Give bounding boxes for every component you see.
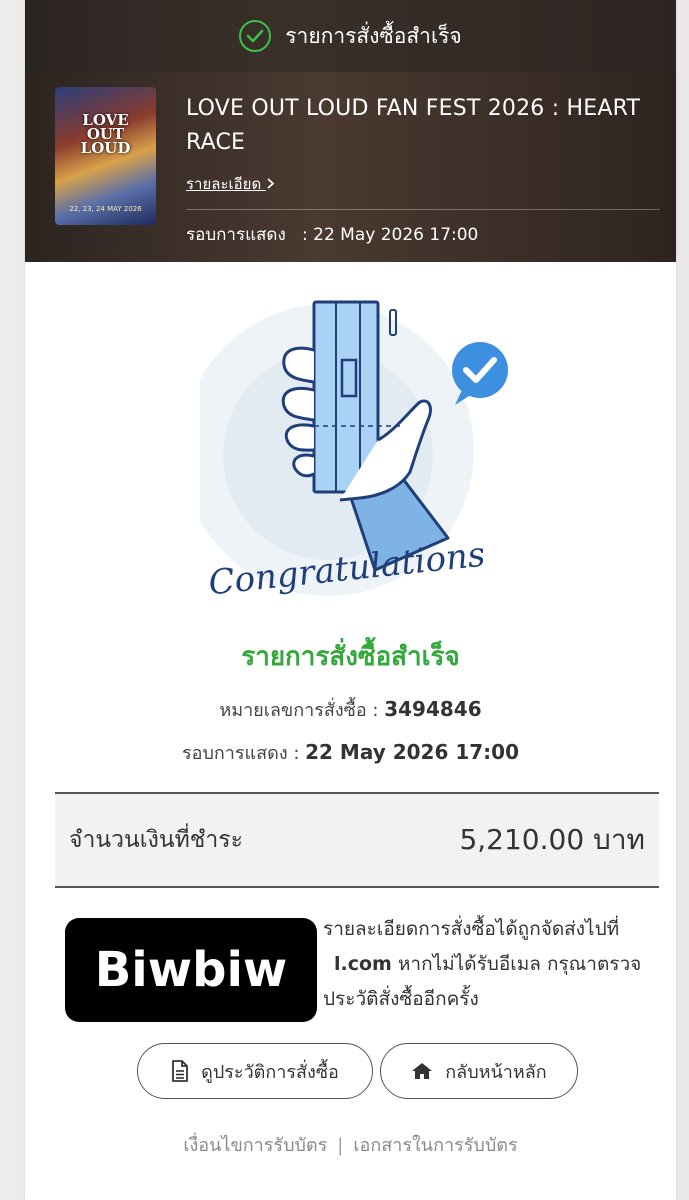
- order-success-page: รายการสั่งซื้อสำเร็จ LOVE OUT LOUD 22, 2…: [25, 0, 676, 1200]
- terms-link[interactable]: เงื่อนไขการรับบัตร: [183, 1135, 327, 1156]
- event-divider: [186, 209, 660, 210]
- home-button[interactable]: กลับหน้าหลัก: [380, 1043, 578, 1099]
- order-number-row: หมายเลขการสั่งซื้อ : 3494846: [219, 697, 482, 721]
- watermark-label: Biwbiw: [65, 918, 317, 1022]
- show-round-row: รอบการแสดง : 22 May 2026 17:00: [181, 740, 520, 764]
- event-poster[interactable]: LOVE OUT LOUD 22, 23, 24 MAY 2026: [55, 87, 156, 225]
- home-icon: [412, 1063, 433, 1079]
- poster-title: LOVE OUT LOUD: [80, 111, 131, 157]
- event-title: LOVE OUT LOUD FAN FEST 2026 : HEART RACE: [186, 96, 641, 155]
- event-round: รอบการแสดง : 22 May 2026 17:00: [186, 225, 479, 245]
- documents-link[interactable]: เอกสารในการรับบัตร: [353, 1135, 517, 1156]
- email-address: l.com: [334, 953, 392, 975]
- check-circle-icon: [239, 20, 272, 52]
- ticket-hand-illustration: Congratulations: [200, 300, 508, 600]
- order-number: 3494846: [384, 697, 482, 721]
- order-history-button[interactable]: ดูประวัติการสั่งซื้อ: [137, 1043, 373, 1099]
- show-round-value: 22 May 2026 17:00: [305, 740, 520, 764]
- status-text: รายการสั่งซื้อสำเร็จ: [285, 23, 462, 48]
- status-bar: รายการสั่งซื้อสำเร็จ: [25, 0, 676, 72]
- chevron-right-icon: [267, 178, 275, 189]
- payment-summary: จำนวนเงินที่ชำระ 5,210.00 บาท: [55, 792, 659, 888]
- poster-date: 22, 23, 24 MAY 2026: [69, 205, 142, 213]
- right-gutter: [676, 0, 689, 1200]
- event-header: LOVE OUT LOUD 22, 23, 24 MAY 2026 LOVE O…: [25, 72, 676, 262]
- success-title: รายการสั่งซื้อสำเร็จ: [241, 642, 460, 672]
- footer-links: เงื่อนไขการรับบัตร | เอกสารในการรับบัตร: [183, 1135, 518, 1156]
- details-link[interactable]: รายละเอียด: [186, 172, 275, 196]
- speech-check-icon: [452, 342, 508, 405]
- document-icon: [172, 1060, 189, 1082]
- payment-label: จำนวนเงินที่ชำระ: [69, 827, 243, 853]
- payment-amount: 5,210.00 บาท: [459, 823, 645, 856]
